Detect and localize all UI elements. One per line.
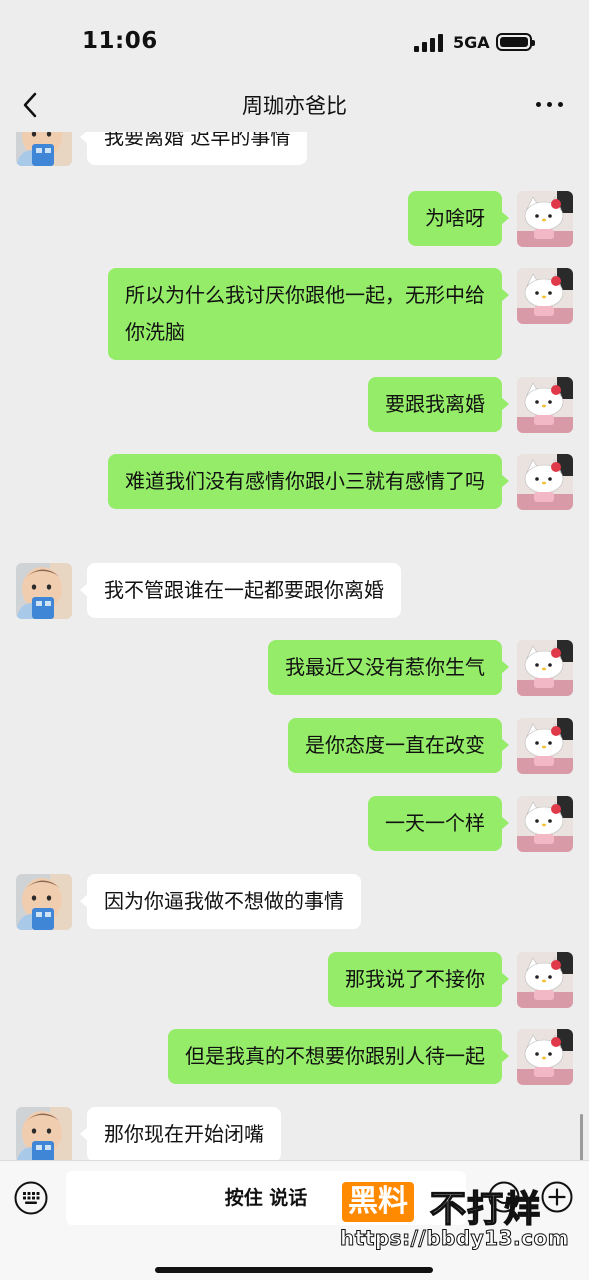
my-avatar[interactable] [517, 377, 573, 433]
signal-icon [414, 34, 446, 52]
contact-avatar[interactable] [16, 132, 72, 166]
chat-title: 周珈亦爸比 [242, 94, 347, 118]
emoji-icon[interactable] [488, 1181, 520, 1213]
my-avatar[interactable] [517, 796, 573, 852]
sent-bubble[interactable]: 为啥呀 [408, 191, 509, 246]
network-type: 5GA [453, 33, 490, 52]
received-bubble[interactable]: 我要离婚 迟早的事情 [79, 132, 308, 165]
more-icon[interactable] [536, 102, 564, 108]
status-bar: 11:06 5GA [0, 0, 589, 80]
sent-bubble[interactable]: 我最近又没有惹你生气 [268, 640, 509, 695]
sent-bubble[interactable]: 一天一个样 [368, 796, 509, 851]
scrollbar[interactable] [580, 1114, 583, 1160]
contact-avatar[interactable] [16, 1107, 72, 1160]
input-bar: 按住 说话 [0, 1160, 589, 1280]
contact-avatar[interactable] [16, 874, 72, 930]
sent-bubble[interactable]: 那我说了不接你 [328, 952, 509, 1007]
hold-to-talk-button[interactable]: 按住 说话 [66, 1171, 466, 1225]
plus-icon[interactable] [541, 1181, 573, 1213]
chat-area[interactable]: 我要离婚 迟早的事情 为啥呀 所以为什么我讨厌你跟他一起，无形中给你洗脑 要跟我… [0, 132, 589, 1160]
nav-bar: 周珈亦爸比 [0, 80, 589, 132]
my-avatar[interactable] [517, 454, 573, 510]
status-time: 11:06 [82, 28, 158, 54]
sent-bubble[interactable]: 所以为什么我讨厌你跟他一起，无形中给你洗脑 [108, 268, 509, 360]
sent-bubble[interactable]: 是你态度一直在改变 [288, 718, 509, 773]
my-avatar[interactable] [517, 191, 573, 247]
battery-icon [496, 33, 535, 51]
my-avatar[interactable] [517, 1029, 573, 1085]
sent-bubble[interactable]: 但是我真的不想要你跟别人待一起 [168, 1029, 509, 1084]
my-avatar[interactable] [517, 718, 573, 774]
my-avatar[interactable] [517, 268, 573, 324]
keyboard-icon[interactable] [14, 1181, 48, 1215]
sent-bubble[interactable]: 难道我们没有感情你跟小三就有感情了吗 [108, 454, 509, 509]
received-bubble[interactable]: 那你现在开始闭嘴 [80, 1107, 281, 1160]
my-avatar[interactable] [517, 952, 573, 1008]
contact-avatar[interactable] [16, 563, 72, 619]
received-bubble[interactable]: 我不管跟谁在一起都要跟你离婚 [80, 563, 401, 618]
home-indicator [155, 1267, 433, 1273]
received-bubble[interactable]: 因为你逼我做不想做的事情 [80, 874, 361, 929]
sent-bubble[interactable]: 要跟我离婚 [368, 377, 509, 432]
my-avatar[interactable] [517, 640, 573, 696]
